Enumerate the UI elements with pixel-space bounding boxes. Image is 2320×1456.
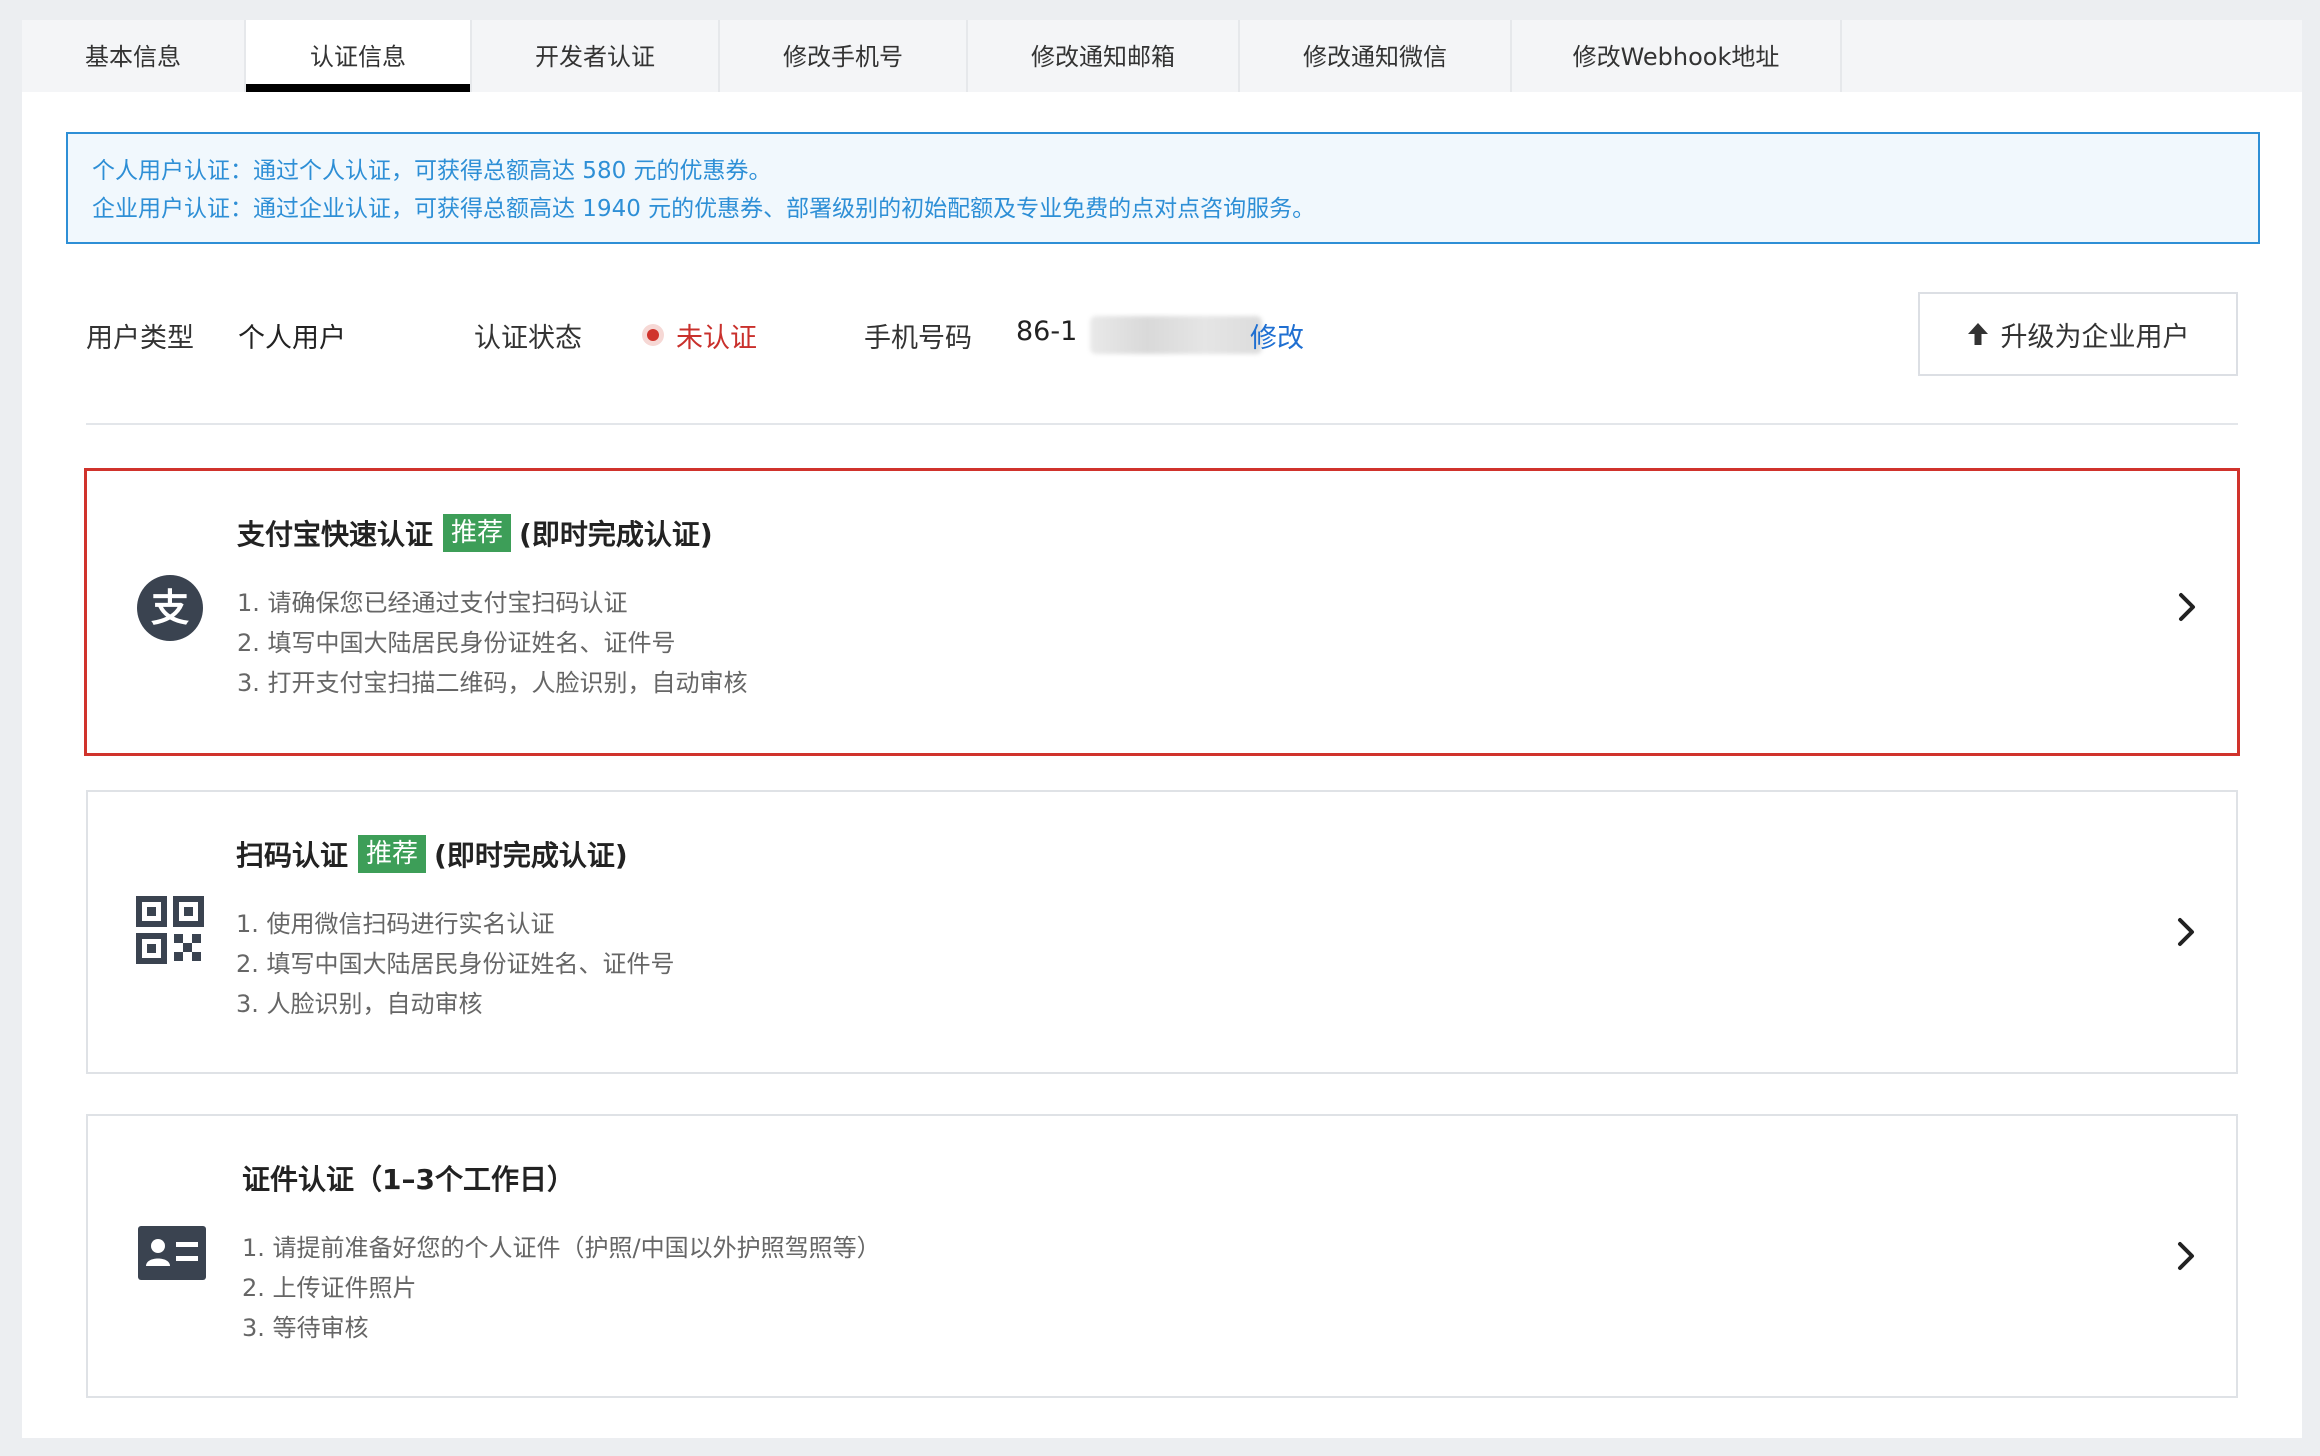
user-type-value: 个人用户 (238, 323, 346, 354)
tab-change-phone[interactable]: 修改手机号 (720, 20, 968, 92)
tab-label: 认证信息 (310, 42, 406, 71)
active-tab-indicator (246, 84, 470, 92)
phone-label: 手机号码 (864, 323, 972, 354)
tab-change-email[interactable]: 修改通知邮箱 (968, 20, 1240, 92)
card-steps: 1. 使用微信扫码进行实名认证 2. 填写中国大陆居民身份证姓名、证件号 3. … (236, 904, 675, 1024)
step-item: 1. 使用微信扫码进行实名认证 (236, 910, 555, 938)
alipay-verification-card[interactable]: 支 支付宝快速认证 推荐 (即时完成认证) 1. 请确保您已经通过支付宝扫码认证… (84, 468, 2240, 756)
svg-text:支: 支 (151, 586, 189, 630)
tab-label: 修改手机号 (783, 42, 903, 71)
status-dot-icon (642, 324, 664, 346)
phone-redacted-mask (1090, 316, 1262, 354)
card-title: 扫码认证 推荐 (即时完成认证) (236, 834, 628, 874)
card-title-text: 支付宝快速认证 (237, 518, 434, 551)
banner-enterprise-line: 企业用户认证：通过企业认证，可获得总额高达 1940 元的优惠券、部署级别的初始… (92, 196, 1316, 222)
tab-label: 基本信息 (85, 42, 181, 71)
tab-label: 开发者认证 (535, 42, 655, 71)
tab-label: 修改通知邮箱 (1031, 42, 1175, 71)
section-divider (86, 423, 2238, 425)
id-card-icon (138, 1226, 206, 1284)
card-steps: 1. 请确保您已经通过支付宝扫码认证 2. 填写中国大陆居民身份证姓名、证件号 … (237, 583, 748, 703)
arrow-up-icon (1967, 323, 1988, 345)
tab-developer-verification[interactable]: 开发者认证 (472, 20, 720, 92)
chevron-right-icon (2176, 1240, 2196, 1276)
tab-bar: 基本信息 认证信息 开发者认证 修改手机号 修改通知邮箱 修改通知微信 修改We… (22, 20, 2302, 92)
card-title: 支付宝快速认证 推荐 (即时完成认证) (237, 513, 713, 553)
tab-basic-info[interactable]: 基本信息 (22, 20, 246, 92)
card-title-suffix: (即时完成认证) (519, 518, 713, 551)
step-item: 3. 人脸识别，自动审核 (236, 990, 483, 1018)
tab-change-wechat[interactable]: 修改通知微信 (1240, 20, 1512, 92)
tab-label: 修改通知微信 (1303, 42, 1447, 71)
step-item: 2. 上传证件照片 (242, 1274, 417, 1302)
tab-verification-info[interactable]: 认证信息 (246, 20, 472, 92)
upgrade-enterprise-button[interactable]: 升级为企业用户 (1918, 292, 2238, 376)
chevron-right-icon (2176, 916, 2196, 952)
card-title-suffix: (即时完成认证) (434, 839, 628, 872)
card-title-text: 证件认证（1–3个工作日） (242, 1163, 575, 1196)
step-item: 2. 填写中国大陆居民身份证姓名、证件号 (237, 629, 676, 657)
qrcode-icon (136, 896, 204, 968)
step-item: 3. 等待审核 (242, 1314, 369, 1342)
verification-status-value: 未认证 (676, 323, 757, 354)
user-type-label: 用户类型 (86, 323, 194, 354)
step-item: 1. 请确保您已经通过支付宝扫码认证 (237, 589, 628, 617)
chevron-right-icon (2177, 591, 2197, 627)
id-document-verification-card[interactable]: 证件认证（1–3个工作日） 1. 请提前准备好您的个人证件（护照/中国以外护照驾… (86, 1114, 2238, 1398)
phone-value: 86-1 (1016, 316, 1078, 347)
card-steps: 1. 请提前准备好您的个人证件（护照/中国以外护照驾照等） 2. 上传证件照片 … (242, 1228, 881, 1348)
account-settings-panel: 基本信息 认证信息 开发者认证 修改手机号 修改通知邮箱 修改通知微信 修改We… (22, 20, 2302, 1438)
qrcode-verification-card[interactable]: 扫码认证 推荐 (即时完成认证) 1. 使用微信扫码进行实名认证 2. 填写中国… (86, 790, 2238, 1074)
upgrade-button-label: 升级为企业用户 (2000, 321, 2190, 353)
alipay-icon: 支 (137, 575, 203, 645)
recommended-badge: 推荐 (358, 835, 427, 873)
edit-phone-link[interactable]: 修改 (1250, 316, 1304, 355)
banner-personal-line: 个人用户认证：通过个人认证，可获得总额高达 580 元的优惠券。 (92, 158, 772, 184)
step-item: 3. 打开支付宝扫描二维码，人脸识别，自动审核 (237, 669, 748, 697)
tab-change-webhook[interactable]: 修改Webhook地址 (1512, 20, 1842, 92)
verification-status-label: 认证状态 (474, 323, 582, 354)
info-banner: 个人用户认证：通过个人认证，可获得总额高达 580 元的优惠券。 企业用户认证：… (66, 132, 2260, 244)
step-item: 1. 请提前准备好您的个人证件（护照/中国以外护照驾照等） (242, 1234, 881, 1262)
tab-label: 修改Webhook地址 (1572, 42, 1780, 71)
recommended-badge: 推荐 (443, 514, 512, 552)
step-item: 2. 填写中国大陆居民身份证姓名、证件号 (236, 950, 675, 978)
card-title: 证件认证（1–3个工作日） (242, 1158, 575, 1198)
card-title-text: 扫码认证 (236, 839, 349, 872)
